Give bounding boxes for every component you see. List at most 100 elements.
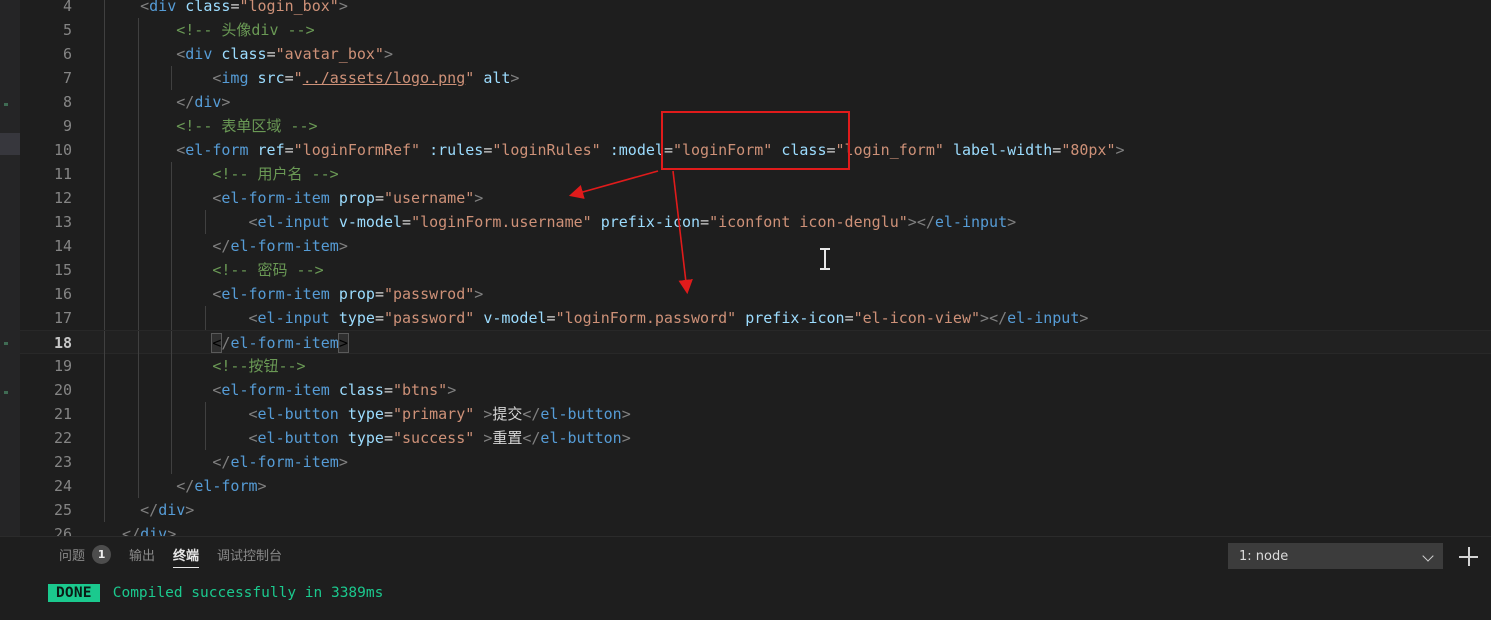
- code-line[interactable]: 4 <div class="login_box">: [20, 0, 1491, 18]
- code-token: =: [383, 429, 393, 447]
- line-number: 6: [62, 45, 72, 63]
- code-token: =: [383, 405, 393, 423]
- code-line[interactable]: 19 <!--按钮-->: [20, 354, 1491, 378]
- code-text: </el-form-item>: [104, 234, 347, 258]
- code-line[interactable]: 20 <el-form-item class="btns">: [20, 378, 1491, 402]
- code-token: el-form: [185, 141, 249, 159]
- code-line[interactable]: 10 <el-form ref="loginFormRef" :rules="l…: [20, 138, 1491, 162]
- code-text: <img src="../assets/logo.png" alt>: [104, 66, 519, 90]
- code-line[interactable]: 14 </el-form-item>: [20, 234, 1491, 258]
- code-line[interactable]: 17 <el-input type="password" v-model="lo…: [20, 306, 1491, 330]
- code-line[interactable]: 22 <el-button type="success" >重置</el-but…: [20, 426, 1491, 450]
- code-line[interactable]: 8 </div>: [20, 90, 1491, 114]
- panel-tab-list[interactable]: 问题 1 输出 终端 调试控制台: [20, 537, 291, 572]
- code-line[interactable]: 12 <el-form-item prop="username">: [20, 186, 1491, 210]
- terminal-output[interactable]: DONE Compiled successfully in 3389ms: [20, 582, 1491, 604]
- code-text: <el-input v-model="loginForm.username" p…: [104, 210, 1016, 234]
- code-token: ": [465, 69, 475, 87]
- code-token: </: [104, 93, 195, 111]
- new-terminal-button[interactable]: [1457, 544, 1481, 568]
- code-token: <!-- 表单区域 -->: [104, 117, 318, 135]
- code-text: <el-button type="primary" >提交</el-button…: [104, 402, 630, 426]
- code-line[interactable]: 5 <!-- 头像div -->: [20, 18, 1491, 42]
- code-token: el-input: [1007, 309, 1080, 327]
- panel-tab-1[interactable]: 问题 1: [50, 537, 120, 572]
- panel-tab-label: 终端: [173, 549, 200, 564]
- line-number: 20: [53, 381, 72, 399]
- code-line[interactable]: 9 <!-- 表单区域 -->: [20, 114, 1491, 138]
- code-token: label-width: [952, 141, 1053, 159]
- panel-left-gutter: [0, 536, 20, 620]
- code-editor[interactable]: 4 <div class="login_box"> 5 <!-- 头像div --…: [20, 0, 1491, 536]
- code-line[interactable]: 7 <img src="../assets/logo.png" alt>: [20, 66, 1491, 90]
- code-token: v-model: [338, 213, 403, 231]
- code-line[interactable]: 21 <el-button type="primary" >提交</el-but…: [20, 402, 1491, 426]
- code-line[interactable]: 24 </el-form>: [20, 474, 1491, 498]
- code-token: "el-icon-view": [853, 309, 981, 327]
- code-text: <!-- 用户名 -->: [104, 162, 338, 186]
- code-text: <!--按钮-->: [104, 354, 305, 378]
- panel-tab-4[interactable]: 调试控制台: [208, 537, 291, 572]
- code-token: el-form-item: [230, 453, 339, 471]
- code-line[interactable]: 23 </el-form-item>: [20, 450, 1491, 474]
- code-token: el-button: [257, 405, 339, 423]
- line-number: 10: [53, 141, 72, 159]
- code-token: "avatar_box": [275, 45, 384, 63]
- code-line[interactable]: 26 </div>: [20, 522, 1491, 536]
- code-token: >: [337, 333, 349, 353]
- code-token: "login_box": [239, 0, 339, 15]
- code-line[interactable]: 25 </div>: [20, 498, 1491, 522]
- line-number: 23: [53, 453, 72, 471]
- code-token: img: [221, 69, 249, 87]
- code-token: =: [844, 309, 854, 327]
- panel-tab-2[interactable]: 输出: [120, 537, 164, 572]
- code-token: =: [374, 189, 384, 207]
- code-token: =: [266, 45, 276, 63]
- code-text: </el-form-item>: [104, 450, 348, 474]
- code-token: prop: [338, 189, 375, 207]
- code-token: >: [167, 525, 177, 536]
- line-number: 24: [53, 477, 72, 495]
- code-token: "loginForm.password": [555, 309, 737, 327]
- code-token: =: [402, 213, 412, 231]
- code-token: >: [257, 477, 267, 495]
- code-line[interactable]: 11 <!-- 用户名 -->: [20, 162, 1491, 186]
- code-token: <: [104, 69, 222, 87]
- code-line[interactable]: 18 </el-form-item>: [20, 330, 1491, 355]
- code-line[interactable]: 6 <div class="avatar_box">: [20, 42, 1491, 66]
- line-number: 18: [53, 334, 72, 352]
- code-token: ": [293, 69, 303, 87]
- code-token: >: [338, 453, 348, 471]
- code-lines-container[interactable]: 4 <div class="login_box"> 5 <!-- 头像div --…: [20, 0, 1491, 536]
- code-token: div: [158, 501, 186, 519]
- code-line[interactable]: 16 <el-form-item prop="passwrod">: [20, 282, 1491, 306]
- code-line[interactable]: 15 <!-- 密码 -->: [20, 258, 1491, 282]
- code-token: <: [104, 213, 258, 231]
- code-token: <: [104, 189, 222, 207]
- code-text: </div>: [104, 522, 176, 536]
- code-token: </: [522, 405, 541, 423]
- code-token: type: [347, 405, 384, 423]
- code-token: "iconfont icon-denglu": [709, 213, 908, 231]
- terminal-selector-label: 1: node: [1239, 548, 1289, 564]
- panel-tab-3[interactable]: 终端: [164, 537, 208, 572]
- code-token: >: [980, 309, 990, 327]
- terminal-selector[interactable]: 1: node: [1228, 543, 1443, 569]
- code-token: prefix-icon: [600, 213, 701, 231]
- code-token: =: [383, 381, 393, 399]
- panel-tab-label: 调试控制台: [217, 549, 283, 564]
- code-token: <: [104, 45, 186, 63]
- code-token: el-form-item: [221, 381, 330, 399]
- line-number: 7: [62, 69, 72, 87]
- code-token: =: [374, 285, 384, 303]
- code-line[interactable]: 13 <el-input v-model="loginForm.username…: [20, 210, 1491, 234]
